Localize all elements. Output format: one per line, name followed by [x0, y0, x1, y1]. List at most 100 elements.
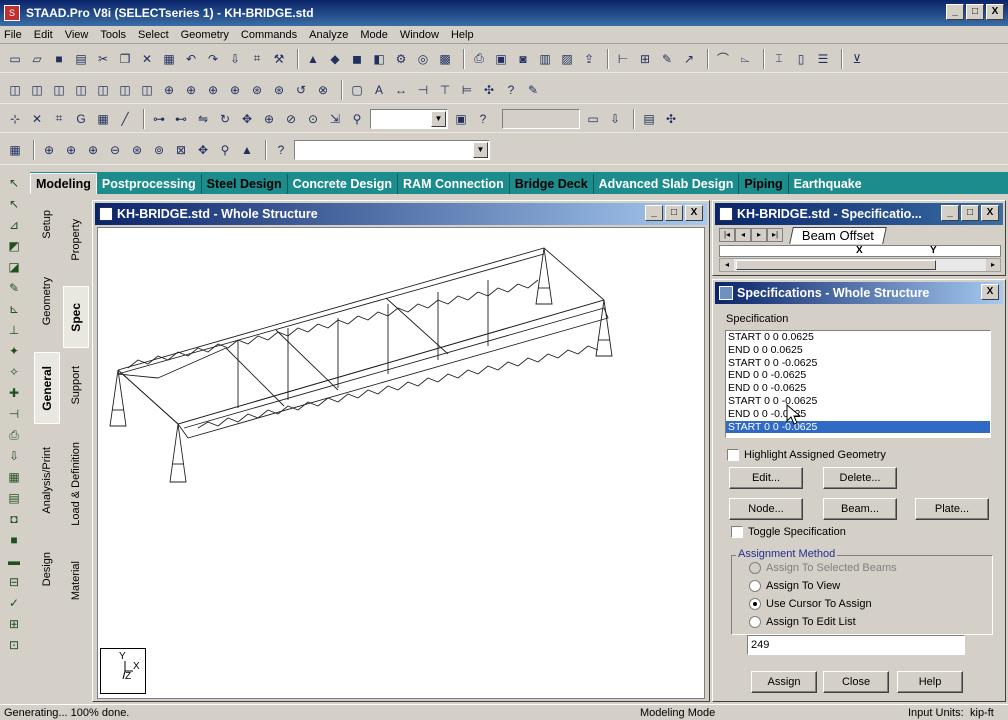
- minimize-button[interactable]: _: [946, 4, 964, 20]
- export-icon[interactable]: ⇪: [580, 50, 598, 68]
- view-back-icon[interactable]: ◫: [50, 81, 68, 99]
- table-maximize-button[interactable]: □: [961, 205, 979, 221]
- arc-icon[interactable]: ⌒: [714, 50, 732, 68]
- use-cursor-radio[interactable]: Use Cursor To Assign: [749, 598, 872, 610]
- close-button[interactable]: X: [986, 4, 1004, 20]
- list-item[interactable]: END 0 0 -0.0625: [726, 408, 990, 421]
- nodes-cursor-icon[interactable]: ↖: [4, 194, 24, 214]
- measure-icon[interactable]: ↗: [680, 50, 698, 68]
- list-item[interactable]: START 0 0 0.0625: [726, 331, 990, 344]
- support-icon[interactable]: ⊻: [848, 50, 866, 68]
- print-preview-icon[interactable]: ▣: [492, 50, 510, 68]
- tab-concrete-design[interactable]: Concrete Design: [288, 174, 399, 194]
- tab-modeling[interactable]: Modeling: [30, 173, 97, 194]
- insert-node-icon[interactable]: ⊕: [260, 110, 278, 128]
- wrench-icon[interactable]: ⚒: [270, 50, 288, 68]
- render-icon[interactable]: ◆: [326, 50, 344, 68]
- add-solid-icon[interactable]: ✧: [4, 362, 24, 382]
- table-minimize-button[interactable]: _: [941, 205, 959, 221]
- view-right-icon[interactable]: ◫: [94, 81, 112, 99]
- add-plate-icon[interactable]: ✦: [4, 341, 24, 361]
- globe-icon[interactable]: ◎: [414, 50, 432, 68]
- cut-icon[interactable]: ✂: [94, 50, 112, 68]
- tab-piping[interactable]: Piping: [739, 174, 789, 194]
- new-file-icon[interactable]: ▭: [6, 50, 24, 68]
- tab-bridge-deck[interactable]: Bridge Deck: [510, 174, 594, 194]
- new-window-icon[interactable]: ▢: [348, 81, 366, 99]
- vtab-property[interactable]: Property: [63, 198, 89, 282]
- nodes-cursor-icon[interactable]: ⊹: [6, 110, 24, 128]
- tab-postprocessing[interactable]: Postprocessing: [97, 174, 202, 194]
- plate-button[interactable]: Plate...: [915, 498, 989, 520]
- mirror-icon[interactable]: ⇋: [194, 110, 212, 128]
- rotate-down-icon[interactable]: ⊕: [182, 81, 200, 99]
- paste-icon[interactable]: ▦: [160, 50, 178, 68]
- list-item[interactable]: END 0 0 -0.0625: [726, 382, 990, 395]
- specifications-title-bar[interactable]: Specifications - Whole Structure X: [715, 282, 1003, 304]
- beams-cursor-icon[interactable]: ✕: [28, 110, 46, 128]
- view-top-icon[interactable]: ◫: [116, 81, 134, 99]
- node-numbers-icon[interactable]: ↔: [392, 81, 410, 99]
- scroll-right-icon[interactable]: ▸: [986, 259, 1000, 271]
- camera-icon[interactable]: ◙: [514, 50, 532, 68]
- surfaces-cursor-icon[interactable]: ▦: [94, 110, 112, 128]
- save-icon[interactable]: ■: [50, 50, 68, 68]
- chevron-down-icon[interactable]: ▼: [473, 141, 488, 158]
- assign-to-view-radio[interactable]: Assign To View: [749, 580, 840, 592]
- beams-cursor-icon[interactable]: ⊿: [4, 215, 24, 235]
- sheet-tab-beam-offset[interactable]: Beam Offset: [789, 227, 887, 244]
- vtab-support[interactable]: Support: [63, 352, 89, 418]
- app-title-bar[interactable]: S STAAD.Pro V8i (SELECTseries 1) - KH-BR…: [0, 0, 1008, 26]
- printer-icon[interactable]: ⎙: [470, 50, 488, 68]
- menu-select[interactable]: Select: [138, 29, 169, 41]
- grid-snap-icon[interactable]: ⊡: [4, 635, 24, 655]
- view-iso-icon[interactable]: ◫: [6, 81, 24, 99]
- report-icon[interactable]: ▥: [536, 50, 554, 68]
- properties-icon[interactable]: ☰: [814, 50, 832, 68]
- menu-file[interactable]: File: [4, 29, 22, 41]
- stretch-icon[interactable]: ⇲: [326, 110, 344, 128]
- spin-right-icon[interactable]: ⊛: [270, 81, 288, 99]
- view-left-icon[interactable]: ◫: [72, 81, 90, 99]
- document-icon[interactable]: ▯: [792, 50, 810, 68]
- translational-repeat-icon[interactable]: ⊶: [150, 110, 168, 128]
- add-beam-icon[interactable]: ⊥: [4, 320, 24, 340]
- tab-advanced-slab-design[interactable]: Advanced Slab Design: [594, 174, 740, 194]
- tab-earthquake[interactable]: Earthquake: [789, 174, 867, 194]
- first-sheet-button[interactable]: |◂: [719, 228, 735, 242]
- menu-tools[interactable]: Tools: [100, 29, 126, 41]
- structure-view-title-bar[interactable]: KH-BRIDGE.std - Whole Structure _ □ X: [95, 203, 707, 225]
- view-maximize-button[interactable]: □: [665, 205, 683, 221]
- surfaces-cursor-icon[interactable]: ✎: [4, 278, 24, 298]
- help-icon[interactable]: ?: [272, 141, 290, 159]
- view-minimize-button[interactable]: _: [645, 205, 663, 221]
- menu-geometry[interactable]: Geometry: [181, 29, 229, 41]
- table-horizontal-scrollbar[interactable]: ◂ ▸: [719, 258, 1001, 272]
- printer-icon[interactable]: ⎙: [4, 425, 24, 445]
- redo-icon[interactable]: ↷: [204, 50, 222, 68]
- edit-list-input[interactable]: 249: [747, 635, 965, 655]
- beam-button[interactable]: Beam...: [823, 498, 897, 520]
- select-cursor-icon[interactable]: ↖: [4, 173, 24, 193]
- tab-ram-connection[interactable]: RAM Connection: [398, 174, 510, 194]
- list-item[interactable]: END 0 0 0.0625: [726, 344, 990, 357]
- delete-button[interactable]: Delete...: [823, 467, 897, 489]
- merge-icon[interactable]: ⊙: [304, 110, 322, 128]
- prev-sheet-button[interactable]: ◂: [735, 228, 751, 242]
- menu-analyze[interactable]: Analyze: [309, 29, 348, 41]
- vtab-load-definition[interactable]: Load & Definition: [63, 424, 89, 544]
- print-icon[interactable]: ▤: [72, 50, 90, 68]
- check-icon[interactable]: ✓: [4, 593, 24, 613]
- command-select[interactable]: ▼: [294, 139, 490, 160]
- highlight-geometry-checkbox[interactable]: Highlight Assigned Geometry: [727, 449, 886, 461]
- last-sheet-button[interactable]: ▸|: [767, 228, 783, 242]
- pan-icon[interactable]: ✥: [194, 141, 212, 159]
- zoom-dynamic-icon[interactable]: ⊛: [128, 141, 146, 159]
- cube-icon[interactable]: ◼: [348, 50, 366, 68]
- move-icon[interactable]: ✥: [238, 110, 256, 128]
- dimension-beams-icon[interactable]: ⊤: [436, 81, 454, 99]
- grid-icon[interactable]: ▩: [436, 50, 454, 68]
- assign-button[interactable]: Assign: [751, 671, 817, 693]
- rotate-right-icon[interactable]: ⊕: [226, 81, 244, 99]
- rotate-ccw-icon[interactable]: ↺: [292, 81, 310, 99]
